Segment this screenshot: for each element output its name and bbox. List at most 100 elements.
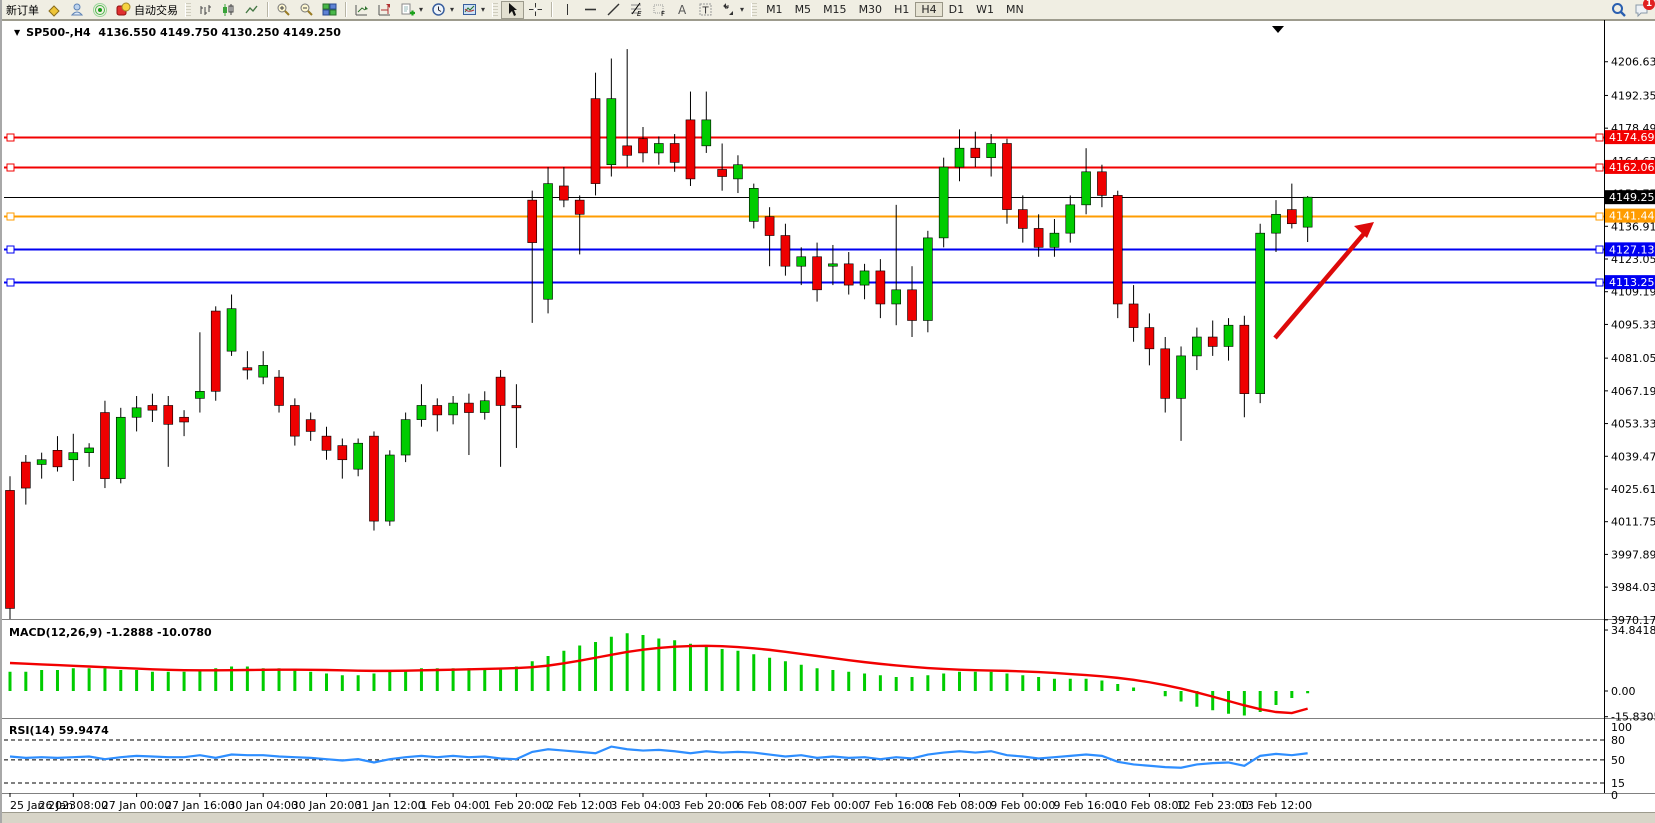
channel-tool[interactable]: F xyxy=(648,1,671,19)
candle-body xyxy=(1050,233,1059,247)
add-indicator-button[interactable]: ▾ xyxy=(396,1,427,19)
time-axis-label: 12 Feb 23:00 xyxy=(1177,799,1249,812)
chart-symbol: SP500-,H4 xyxy=(26,26,91,39)
candle-body xyxy=(1177,356,1186,398)
candle-body xyxy=(923,238,932,321)
candle-body xyxy=(1224,325,1233,346)
toolbar-separator xyxy=(267,2,268,17)
toolbar-right: 1 xyxy=(1611,2,1649,17)
crosshair-tool-button[interactable] xyxy=(524,1,547,19)
timeframe-button-m1[interactable]: M1 xyxy=(760,1,789,18)
dropdown-caret: ▾ xyxy=(450,5,454,14)
tile-windows-button[interactable] xyxy=(318,1,341,19)
signals-button[interactable] xyxy=(89,1,112,19)
time-axis-label: 6 Feb 08:00 xyxy=(737,799,802,812)
time-axis-label: 27 Jan 16:00 xyxy=(165,799,235,812)
vertical-line-tool[interactable] xyxy=(556,1,579,19)
notifications-button[interactable]: 1 xyxy=(1634,2,1649,17)
hline-anchor xyxy=(1596,279,1603,286)
period-button[interactable]: ▾ xyxy=(427,1,458,19)
time-axis-label: 1 Feb 20:00 xyxy=(484,799,549,812)
horizontal-line-tool[interactable] xyxy=(579,1,602,19)
candle-body xyxy=(749,188,758,221)
candle-body xyxy=(496,377,505,405)
channel-icon: F xyxy=(652,2,667,17)
indicator-list-button[interactable] xyxy=(350,1,373,19)
timeframe-button-h1[interactable]: H1 xyxy=(888,1,915,18)
candle-body xyxy=(1287,210,1296,224)
text-label-tool[interactable]: T xyxy=(694,1,717,19)
zoom-out-button[interactable] xyxy=(295,1,318,19)
candle-body xyxy=(6,490,15,608)
line-chart-button[interactable] xyxy=(240,1,263,19)
svg-text:E: E xyxy=(637,10,642,17)
candle-body xyxy=(1034,228,1043,247)
cursor-tool-button[interactable] xyxy=(501,1,524,19)
text-tool[interactable]: A xyxy=(671,1,694,19)
hline-anchor xyxy=(7,213,14,220)
timeframe-button-m15[interactable]: M15 xyxy=(817,1,853,18)
candle-body xyxy=(1256,233,1265,393)
candle-body xyxy=(939,167,948,238)
fibonacci-tool[interactable]: E xyxy=(625,1,648,19)
chart-title: ▼SP500-,H4 4136.550 4149.750 4130.250 41… xyxy=(14,26,341,39)
chart-profiles-button[interactable] xyxy=(43,1,66,19)
bar-chart-button[interactable] xyxy=(194,1,217,19)
hline-anchor xyxy=(7,134,14,141)
search-icon[interactable] xyxy=(1611,2,1626,17)
timeframe-button-h4[interactable]: H4 xyxy=(915,2,942,17)
autotrading-label: 自动交易 xyxy=(134,2,178,18)
candle-body xyxy=(180,417,189,422)
candle-body xyxy=(654,143,663,152)
timeframe-button-w1[interactable]: W1 xyxy=(970,1,1000,18)
candle-body xyxy=(1192,337,1201,356)
price-tick-label: 4206.630 xyxy=(1611,56,1655,69)
toolbar-grip xyxy=(185,3,191,17)
timeframe-button-mn[interactable]: MN xyxy=(1000,1,1030,18)
add-indicator-icon xyxy=(400,2,415,17)
hline-anchor xyxy=(1596,246,1603,253)
chart-dropdown-icon[interactable]: ▼ xyxy=(14,28,20,37)
new-order-button[interactable]: 新订单 xyxy=(2,1,43,19)
candle-body xyxy=(591,99,600,184)
autotrading-button[interactable]: 自动交易 xyxy=(112,1,182,19)
rsi-scale-label: 100 xyxy=(1611,721,1632,734)
candle-body xyxy=(528,200,537,242)
price-chart[interactable]: 4206.6304192.3504178.4904164.6304150.770… xyxy=(2,20,1655,823)
dropdown-caret: ▾ xyxy=(481,5,485,14)
candle-body xyxy=(1303,197,1312,227)
zoom-in-button[interactable] xyxy=(272,1,295,19)
candle-body xyxy=(195,391,204,398)
rsi-name: RSI(14) xyxy=(9,724,55,737)
timeframe-button-m30[interactable]: M30 xyxy=(853,1,889,18)
time-axis-label: 10 Feb 08:00 xyxy=(1113,799,1185,812)
new-order-label: 新订单 xyxy=(6,2,39,18)
candle-body xyxy=(1240,325,1249,393)
candle-body xyxy=(227,309,236,351)
candle-body xyxy=(1018,210,1027,229)
candle-body xyxy=(449,403,458,415)
toolbar-grip xyxy=(492,3,498,17)
market-watch-button[interactable] xyxy=(66,1,89,19)
indicator-window-button[interactable] xyxy=(373,1,396,19)
fibonacci-icon: E xyxy=(629,2,644,17)
svg-text:A: A xyxy=(678,3,687,17)
candle-body xyxy=(338,446,347,460)
candlestick-chart-button[interactable] xyxy=(217,1,240,19)
timeframe-button-m5[interactable]: M5 xyxy=(789,1,818,18)
candle-body xyxy=(100,413,109,479)
arrows-tool[interactable]: ▾ xyxy=(717,1,748,19)
trendline-tool[interactable] xyxy=(602,1,625,19)
candle-body xyxy=(164,405,173,424)
hline-anchor xyxy=(1596,134,1603,141)
candle-body xyxy=(702,120,711,146)
candle-body xyxy=(987,143,996,157)
candle-body xyxy=(369,436,378,521)
text-label-icon: T xyxy=(698,2,713,17)
macd-scale-label: 0.00 xyxy=(1611,685,1636,698)
timeframe-button-d1[interactable]: D1 xyxy=(943,1,970,18)
candle-body xyxy=(132,408,141,417)
candle-body xyxy=(211,311,220,391)
toolbar: 新订单 自动交易 ▾ ▾ ▾ E F A T ▾ M xyxy=(2,0,1655,20)
template-button[interactable]: ▾ xyxy=(458,1,489,19)
